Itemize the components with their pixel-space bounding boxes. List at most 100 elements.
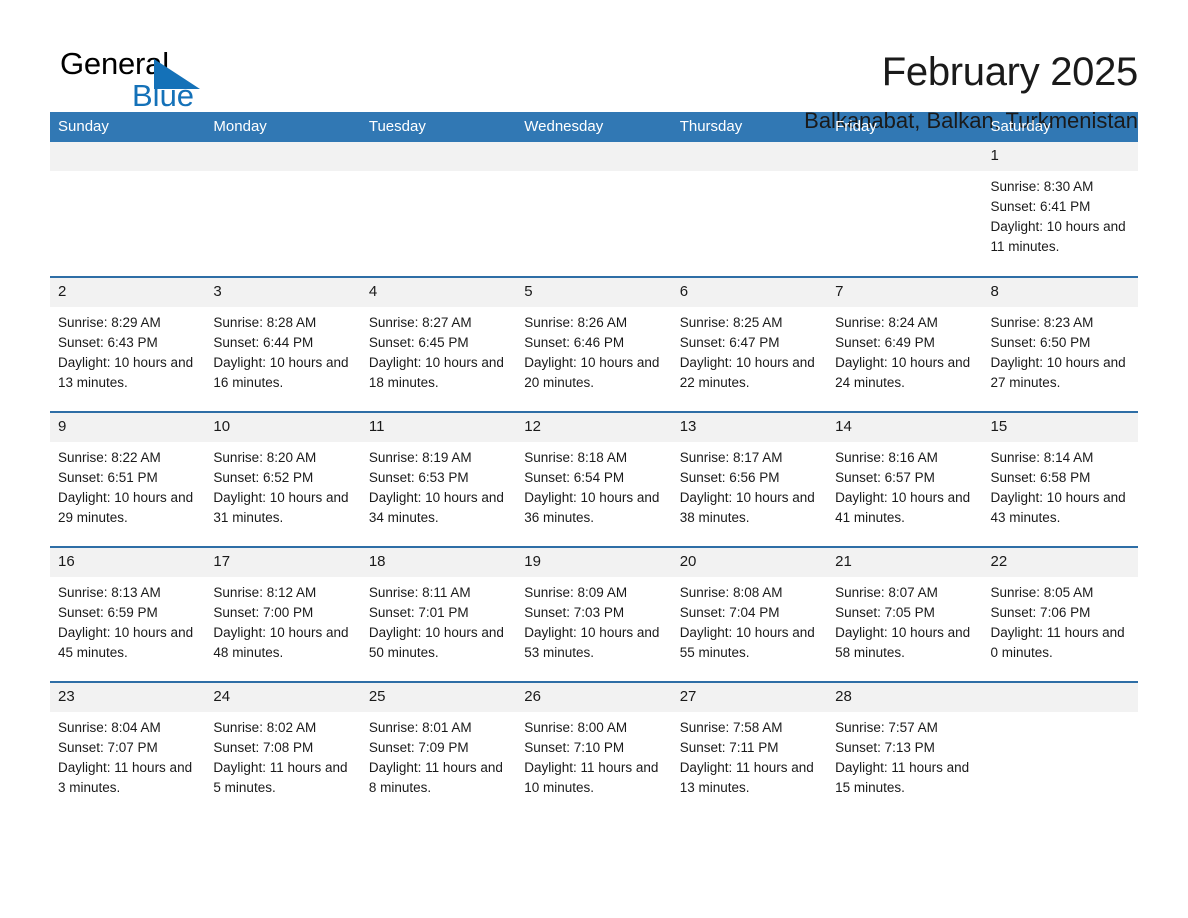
day-number: 15: [982, 413, 1138, 442]
daylight-text: Daylight: 10 hours and 38 minutes.: [679, 490, 815, 525]
sunrise-text: Sunrise: 8:24 AM: [835, 315, 938, 330]
sunset-text: Sunset: 6:59 PM: [58, 605, 158, 620]
calendar-day-cell[interactable]: 21 Sunrise: 8:07 AM Sunset: 7:05 PM Dayligh…: [827, 546, 983, 682]
calendar-day-cell-empty: [205, 142, 361, 277]
sunrise-text: Sunrise: 8:25 AM: [679, 315, 783, 330]
daylight-text: Daylight: 11 hours and 13 minutes.: [679, 760, 814, 795]
sunset-text: Sunset: 7:07 PM: [58, 740, 158, 755]
sunrise-text: Sunrise: 8:26 AM: [524, 315, 628, 330]
day-info: Sunrise: 8:04 AM Sunset: 7:07 PM Daylight:…: [50, 712, 205, 798]
sunset-text: Sunset: 6:44 PM: [213, 335, 314, 350]
sunset-text: Sunset: 6:41 PM: [990, 199, 1091, 214]
day-number: 17: [205, 548, 361, 577]
calendar-day-cell[interactable]: 7 Sunrise: 8:24 AM Sunset: 6:49 PM Daylight…: [827, 276, 983, 412]
calendar-page: General Blue February 2025 Balkanabat, B…: [0, 0, 1188, 918]
calendar-day-cell[interactable]: 20 Sunrise: 8:08 AM Sunset: 7:04 PM Dayligh…: [671, 546, 828, 682]
daylight-text: Daylight: 10 hours and 18 minutes.: [368, 355, 504, 390]
calendar-day-cell[interactable]: 19 Sunrise: 8:09 AM Sunset: 7:03 PM Dayligh…: [516, 546, 672, 682]
sunset-text: Sunset: 6:46 PM: [524, 335, 625, 350]
sunset-text: Sunset: 6:56 PM: [679, 470, 780, 485]
calendar-day-cell[interactable]: 27 Sunrise: 7:58 AM Sunset: 7:11 PM Dayligh…: [671, 681, 828, 817]
daylight-text: Daylight: 11 hours and 15 minutes.: [835, 760, 970, 795]
day-info: Sunrise: 8:01 AM Sunset: 7:09 PM Daylight:…: [361, 712, 516, 798]
day-info: Sunrise: 8:02 AM Sunset: 7:08 PM Daylight:…: [205, 712, 360, 798]
sunset-text: Sunset: 7:04 PM: [679, 605, 780, 620]
sunrise-text: Sunrise: 8:01 AM: [368, 720, 472, 735]
sunrise-text: Sunrise: 8:05 AM: [990, 585, 1094, 600]
calendar-day-cell[interactable]: 10 Sunrise: 8:20 AM Sunset: 6:52 PM Dayligh…: [205, 411, 361, 547]
calendar-day-cell[interactable]: 26 Sunrise: 8:00 AM Sunset: 7:10 PM Dayligh…: [516, 681, 672, 817]
calendar-day-cell[interactable]: 4 Sunrise: 8:27 AM Sunset: 6:45 PM Daylight…: [360, 276, 517, 412]
daylight-text: Daylight: 10 hours and 29 minutes.: [58, 490, 194, 525]
calendar-day-cell[interactable]: 18 Sunrise: 8:11 AM Sunset: 7:01 PM Dayligh…: [360, 546, 517, 682]
day-info: Sunrise: 8:28 AM Sunset: 6:44 PM Daylight:…: [205, 307, 360, 393]
calendar-day-cell[interactable]: 2 Sunrise: 8:29 AM Sunset: 6:43 PM Daylight…: [50, 276, 206, 412]
day-info: Sunrise: 8:30 AM Sunset: 6:41 PM Daylight:…: [983, 171, 1138, 257]
calendar-day-cell[interactable]: 17 Sunrise: 8:12 AM Sunset: 7:00 PM Dayligh…: [205, 546, 361, 682]
sunrise-text: Sunrise: 8:16 AM: [835, 450, 938, 465]
calendar-day-cell[interactable]: 6 Sunrise: 8:25 AM Sunset: 6:47 PM Daylight…: [671, 276, 828, 412]
sunset-text: Sunset: 6:47 PM: [679, 335, 780, 350]
sunrise-text: Sunrise: 8:08 AM: [679, 585, 783, 600]
calendar-day-cell[interactable]: 14 Sunrise: 8:16 AM Sunset: 6:57 PM Dayligh…: [827, 411, 983, 547]
calendar-week-row: 9 Sunrise: 8:22 AM Sunset: 6:51 PM Daylight…: [50, 411, 1138, 547]
calendar-week-row: 16 Sunrise: 8:13 AM Sunset: 6:59 PM Dayligh…: [50, 546, 1138, 682]
calendar-day-cell[interactable]: 16 Sunrise: 8:13 AM Sunset: 6:59 PM Dayligh…: [50, 546, 206, 682]
daylight-text: Daylight: 11 hours and 8 minutes.: [368, 760, 503, 795]
day-number: 20: [671, 548, 828, 577]
day-info: Sunrise: 8:22 AM Sunset: 6:51 PM Daylight:…: [50, 442, 205, 528]
calendar-day-cell[interactable]: 9 Sunrise: 8:22 AM Sunset: 6:51 PM Daylight…: [50, 411, 206, 547]
day-info: Sunrise: 8:13 AM Sunset: 6:59 PM Daylight:…: [50, 577, 205, 663]
calendar-day-cell[interactable]: 11 Sunrise: 8:19 AM Sunset: 6:53 PM Dayligh…: [360, 411, 517, 547]
day-number: 3: [205, 278, 361, 307]
calendar-day-cell[interactable]: 13 Sunrise: 8:17 AM Sunset: 6:56 PM Dayligh…: [671, 411, 828, 547]
calendar-day-cell[interactable]: 23 Sunrise: 8:04 AM Sunset: 7:07 PM Dayligh…: [50, 681, 206, 817]
daylight-text: Daylight: 10 hours and 27 minutes.: [990, 355, 1126, 390]
sunrise-text: Sunrise: 8:09 AM: [524, 585, 628, 600]
calendar-day-cell[interactable]: 1 Sunrise: 8:30 AM Sunset: 6:41 PM Daylight…: [982, 142, 1138, 277]
day-info: Sunrise: 8:00 AM Sunset: 7:10 PM Daylight:…: [516, 712, 671, 798]
calendar-day-cell-empty: [516, 142, 672, 277]
daylight-text: Daylight: 10 hours and 45 minutes.: [58, 625, 194, 660]
calendar-day-cell[interactable]: 24 Sunrise: 8:02 AM Sunset: 7:08 PM Dayligh…: [205, 681, 361, 817]
day-number: 28: [827, 683, 983, 712]
calendar-day-cell[interactable]: 12 Sunrise: 8:18 AM Sunset: 6:54 PM Dayligh…: [516, 411, 672, 547]
daylight-text: Daylight: 10 hours and 50 minutes.: [368, 625, 504, 660]
calendar-day-cell[interactable]: 8 Sunrise: 8:23 AM Sunset: 6:50 PM Daylight…: [982, 276, 1138, 412]
day-info: Sunrise: 8:09 AM Sunset: 7:03 PM Daylight:…: [516, 577, 671, 663]
sunrise-text: Sunrise: 8:11 AM: [368, 585, 471, 600]
day-number: [205, 142, 361, 171]
day-info: Sunrise: 8:05 AM Sunset: 7:06 PM Daylight:…: [983, 577, 1138, 663]
daylight-text: Daylight: 10 hours and 20 minutes.: [524, 355, 660, 390]
sunrise-text: Sunrise: 8:18 AM: [524, 450, 628, 465]
daylight-text: Daylight: 10 hours and 31 minutes.: [213, 490, 349, 525]
calendar-day-cell[interactable]: 22 Sunrise: 8:05 AM Sunset: 7:06 PM Dayligh…: [982, 546, 1138, 682]
day-number: 4: [360, 278, 517, 307]
day-info: Sunrise: 8:18 AM Sunset: 6:54 PM Daylight:…: [516, 442, 671, 528]
sunrise-text: Sunrise: 8:04 AM: [58, 720, 161, 735]
day-number: 26: [516, 683, 672, 712]
sunrise-text: Sunrise: 8:07 AM: [835, 585, 938, 600]
daylight-text: Daylight: 10 hours and 13 minutes.: [58, 355, 194, 390]
calendar-day-cell[interactable]: 3 Sunrise: 8:28 AM Sunset: 6:44 PM Daylight…: [205, 276, 361, 412]
day-number: 21: [827, 548, 983, 577]
day-info: Sunrise: 8:07 AM Sunset: 7:05 PM Daylight:…: [827, 577, 982, 663]
sunrise-text: Sunrise: 7:57 AM: [835, 720, 938, 735]
calendar-body: 1 Sunrise: 8:30 AM Sunset: 6:41 PM Daylight…: [50, 142, 1138, 817]
day-info: Sunrise: 7:57 AM Sunset: 7:13 PM Daylight:…: [827, 712, 982, 798]
sunrise-text: Sunrise: 8:17 AM: [679, 450, 783, 465]
sunset-text: Sunset: 6:53 PM: [368, 470, 469, 485]
daylight-text: Daylight: 11 hours and 3 minutes.: [58, 760, 193, 795]
day-info: Sunrise: 8:17 AM Sunset: 6:56 PM Daylight:…: [672, 442, 827, 528]
calendar-day-cell[interactable]: 5 Sunrise: 8:26 AM Sunset: 6:46 PM Daylight…: [516, 276, 672, 412]
day-info: Sunrise: 8:29 AM Sunset: 6:43 PM Daylight:…: [50, 307, 205, 393]
calendar-day-cell[interactable]: 28 Sunrise: 7:57 AM Sunset: 7:13 PM Dayligh…: [827, 681, 983, 817]
calendar-week-row: 1 Sunrise: 8:30 AM Sunset: 6:41 PM Daylight…: [50, 142, 1138, 277]
sunset-text: Sunset: 6:54 PM: [524, 470, 625, 485]
day-info: Sunrise: 8:12 AM Sunset: 7:00 PM Daylight:…: [205, 577, 360, 663]
day-info: Sunrise: 8:16 AM Sunset: 6:57 PM Daylight:…: [827, 442, 982, 528]
calendar-day-cell[interactable]: 25 Sunrise: 8:01 AM Sunset: 7:09 PM Dayligh…: [360, 681, 517, 817]
day-number: [516, 142, 672, 171]
sunset-text: Sunset: 7:00 PM: [213, 605, 314, 620]
calendar-day-cell[interactable]: 15 Sunrise: 8:14 AM Sunset: 6:58 PM Dayligh…: [982, 411, 1138, 547]
